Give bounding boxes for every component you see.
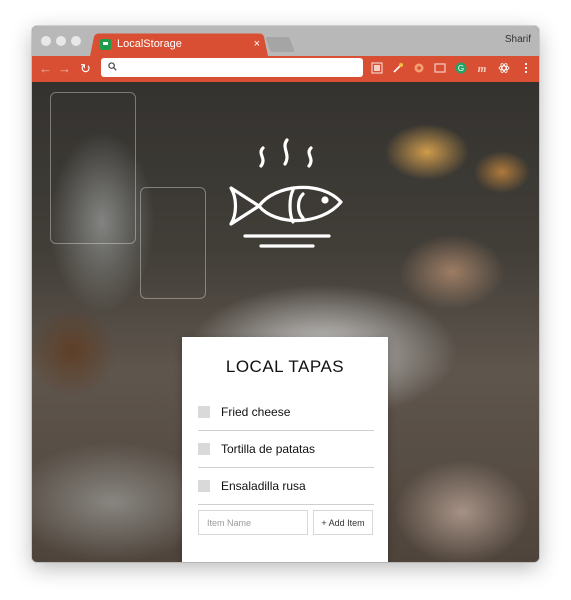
tab-title: LocalStorage — [117, 38, 182, 50]
gear-icon[interactable] — [413, 62, 425, 74]
svg-text:m: m — [478, 63, 487, 74]
browser-titlebar: LocalStorage × Sharif — [32, 26, 539, 56]
favicon-icon — [100, 38, 111, 50]
add-item-button[interactable]: + Add Item — [313, 510, 373, 535]
menu-icon[interactable] — [520, 62, 532, 74]
react-icon[interactable] — [498, 62, 510, 74]
item-name-input[interactable] — [198, 510, 308, 535]
card-title: LOCAL TAPAS — [225, 357, 345, 376]
water-glass-decor — [140, 187, 206, 299]
item-label: Fried cheese — [221, 405, 291, 419]
wine-glass-decor — [50, 92, 136, 244]
page-content: LOCAL TAPAS Fried cheese Tortilla de pat… — [32, 82, 539, 562]
list-item[interactable]: Tortilla de patatas — [198, 431, 374, 468]
window-icon[interactable] — [434, 62, 446, 74]
tab-close-icon[interactable]: × — [254, 38, 260, 50]
browser-tab-content[interactable]: LocalStorage × — [98, 32, 266, 56]
item-checkbox[interactable] — [198, 443, 210, 455]
search-icon — [108, 62, 117, 71]
forward-button[interactable]: → — [58, 61, 71, 77]
list-item[interactable]: Fried cheese — [198, 394, 374, 431]
eyedropper-icon[interactable] — [392, 62, 404, 74]
new-tab-button[interactable] — [265, 37, 295, 52]
reload-button[interactable]: ↻ — [80, 61, 91, 77]
browser-window: LocalStorage × Sharif ← → ↻ G m LOCAL TA… — [32, 26, 539, 562]
address-bar[interactable] — [101, 58, 363, 77]
screenshot-icon[interactable] — [371, 62, 383, 74]
close-window-button[interactable] — [41, 36, 51, 46]
list-item[interactable]: Ensaladilla rusa — [198, 468, 374, 505]
browser-toolbar: ← → ↻ G m — [32, 56, 539, 82]
tapas-card: LOCAL TAPAS Fried cheese Tortilla de pat… — [182, 337, 388, 562]
item-label: Ensaladilla rusa — [221, 479, 306, 493]
back-button[interactable]: ← — [39, 61, 52, 77]
maximize-window-button[interactable] — [71, 36, 81, 46]
minimize-window-button[interactable] — [56, 36, 66, 46]
item-label: Tortilla de patatas — [221, 442, 316, 456]
item-checkbox[interactable] — [198, 480, 210, 492]
item-checkbox[interactable] — [198, 406, 210, 418]
profile-name[interactable]: Sharif — [505, 34, 531, 45]
fish-logo-icon — [229, 138, 343, 248]
grammarly-icon[interactable]: G — [455, 62, 467, 74]
m-icon[interactable]: m — [476, 62, 488, 74]
svg-text:G: G — [458, 64, 464, 73]
